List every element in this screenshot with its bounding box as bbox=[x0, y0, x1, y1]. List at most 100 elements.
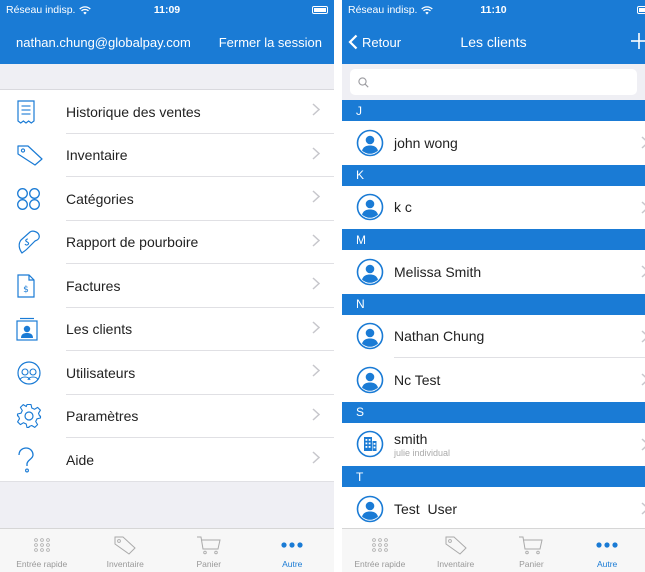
menu-item-inventory[interactable]: Inventaire bbox=[0, 133, 334, 177]
section-header: N bbox=[342, 293, 645, 315]
plus-icon bbox=[631, 33, 645, 49]
tab-quick-entry[interactable]: Entrée rapide bbox=[342, 529, 418, 572]
tab-label: Inventaire bbox=[436, 559, 475, 569]
section-header: M bbox=[342, 229, 645, 250]
business-icon bbox=[356, 430, 384, 458]
menu-item-label: Utilisateurs bbox=[66, 364, 136, 381]
chevron-right-icon bbox=[312, 364, 320, 377]
chevron-right-icon bbox=[312, 451, 320, 464]
person-icon bbox=[356, 322, 384, 350]
keypad-icon bbox=[371, 533, 389, 557]
tab-bar: Entrée rapide Inventaire Panier Autre bbox=[342, 528, 645, 572]
customer-row[interactable]: Melissa Smith bbox=[342, 250, 645, 294]
customers-icon bbox=[16, 316, 52, 342]
tab-other[interactable]: Autre bbox=[251, 529, 335, 572]
account-email: nathan.chung@globalpay.com bbox=[16, 34, 191, 50]
receipt-icon bbox=[16, 99, 52, 125]
add-customer-button[interactable] bbox=[631, 28, 645, 54]
back-button[interactable]: Retour bbox=[342, 34, 401, 50]
person-icon bbox=[356, 258, 384, 286]
customers-list: J john wong K k c M Melissa Smith N Nath… bbox=[342, 100, 645, 531]
carrier-status: Réseau indisp. bbox=[348, 4, 434, 16]
logout-button[interactable]: Fermer la session bbox=[219, 35, 322, 50]
chevron-right-icon bbox=[312, 146, 320, 160]
customer-text: Test User bbox=[394, 501, 457, 517]
menu-item-categories[interactable]: Catégories bbox=[0, 177, 334, 221]
menu-item-users[interactable]: Utilisateurs bbox=[0, 351, 334, 395]
carrier-label: Réseau indisp. bbox=[348, 4, 418, 16]
menu-item-label: Inventaire bbox=[66, 147, 128, 164]
menu-item-label: Historique des ventes bbox=[66, 103, 201, 120]
search-box[interactable] bbox=[350, 69, 637, 95]
customer-row[interactable]: Nathan Chung bbox=[342, 314, 645, 358]
menu-item-customers[interactable]: Les clients bbox=[0, 307, 334, 351]
menu-item-help[interactable]: Aide bbox=[0, 438, 334, 482]
help-icon bbox=[16, 447, 52, 473]
menu-item-label: Les clients bbox=[66, 321, 133, 338]
tab-label: Autre bbox=[282, 559, 303, 569]
tab-cart[interactable]: Panier bbox=[494, 529, 570, 572]
tag-icon bbox=[16, 142, 52, 168]
tab-quick-entry[interactable]: Entrée rapide bbox=[0, 529, 84, 572]
menu-item-label: Aide bbox=[66, 451, 95, 468]
menu-item-label: Paramètres bbox=[66, 408, 139, 425]
customer-row[interactable]: john wong bbox=[342, 121, 645, 165]
tab-label: Inventaire bbox=[106, 559, 144, 569]
tag-icon bbox=[444, 533, 468, 557]
chevron-right-icon bbox=[312, 407, 320, 421]
keypad-icon bbox=[33, 533, 51, 557]
section-header: S bbox=[342, 401, 645, 423]
customer-row[interactable]: Test User bbox=[342, 487, 645, 531]
tab-inventory[interactable]: Inventaire bbox=[84, 529, 168, 572]
chevron-right-icon bbox=[641, 265, 645, 278]
customer-row[interactable]: k c bbox=[342, 185, 645, 229]
tab-label: Autre bbox=[596, 559, 618, 569]
person-icon bbox=[356, 366, 384, 394]
nav-bar: nathan.chung@globalpay.com Fermer la ses… bbox=[0, 20, 334, 64]
other-menu-screen: Réseau indisp. 11:09 nathan.chung@global… bbox=[0, 0, 334, 572]
customer-name: Test User bbox=[394, 500, 458, 517]
tab-cart[interactable]: Panier bbox=[167, 529, 251, 572]
search-icon bbox=[358, 76, 369, 88]
chevron-left-icon bbox=[348, 34, 358, 50]
menu-spacer bbox=[0, 64, 334, 89]
screen-divider bbox=[334, 0, 342, 572]
chevron-right-icon bbox=[641, 437, 645, 451]
chevron-right-icon bbox=[312, 233, 320, 247]
chevron-right-icon bbox=[641, 200, 645, 214]
settings-icon bbox=[16, 403, 52, 429]
customer-name: Nathan Chung bbox=[394, 328, 485, 345]
chevron-right-icon bbox=[312, 103, 320, 116]
chevron-right-icon bbox=[641, 136, 645, 149]
more-icon bbox=[596, 533, 618, 557]
menu-item-tip-report[interactable]: Rapport de pourboire bbox=[0, 220, 334, 264]
screens: Réseau indisp. 11:09 nathan.chung@global… bbox=[0, 0, 645, 572]
status-bar: Réseau indisp. 11:09 bbox=[0, 0, 334, 20]
section-header: J bbox=[342, 100, 645, 121]
menu-item-label: Factures bbox=[66, 277, 121, 294]
menu-item-settings[interactable]: Paramètres bbox=[0, 394, 334, 438]
nav-bar: Retour Les clients bbox=[342, 20, 645, 64]
customer-row[interactable]: smith julie individual bbox=[342, 422, 645, 466]
customer-text: john wong bbox=[394, 135, 458, 151]
battery-icon bbox=[637, 6, 645, 14]
menu-item-sales-history[interactable]: Historique des ventes bbox=[0, 90, 334, 134]
cart-icon bbox=[518, 533, 544, 557]
search-input[interactable] bbox=[375, 75, 637, 89]
chevron-right-icon bbox=[641, 329, 645, 343]
more-icon bbox=[281, 533, 303, 557]
customer-text: Nathan Chung bbox=[394, 328, 484, 344]
menu-item-label: Catégories bbox=[66, 190, 134, 207]
svg-text:$: $ bbox=[23, 285, 29, 295]
customer-name: k c bbox=[394, 199, 412, 216]
tab-label: Entrée rapide bbox=[16, 559, 68, 569]
customer-name: smith bbox=[394, 430, 428, 447]
tab-inventory[interactable]: Inventaire bbox=[418, 529, 494, 572]
search-bar bbox=[342, 64, 645, 100]
section-header: T bbox=[342, 466, 645, 487]
tab-label: Panier bbox=[196, 559, 222, 569]
customer-row[interactable]: Nc Test bbox=[342, 358, 645, 402]
menu-item-invoices[interactable]: $ Factures bbox=[0, 264, 334, 308]
tab-other[interactable]: Autre bbox=[569, 529, 645, 572]
